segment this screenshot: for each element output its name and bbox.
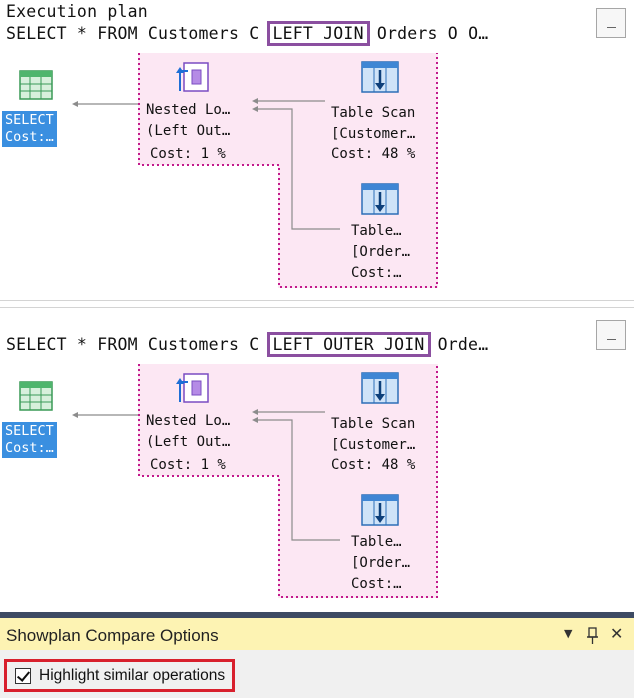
grid-icon[interactable]	[19, 381, 53, 411]
table-scan-icon[interactable]	[361, 183, 399, 215]
compare-options-header: Showplan Compare Options ▼ ✕	[0, 612, 634, 650]
execution-plan-pane-1: Execution plan SELECT * FROM Customers C…	[0, 0, 634, 300]
dropdown-arrow-icon[interactable]: ▼	[564, 627, 572, 640]
orders-scan-label[interactable]: Table… [Order… Cost:…	[351, 532, 410, 595]
plan-connectors	[72, 409, 340, 541]
table-scan-icon[interactable]	[361, 494, 399, 526]
customers-scan-label[interactable]: Table Scan [Customer…	[331, 414, 415, 456]
customers-scan-cost: Cost: 48 %	[331, 146, 416, 162]
customers-scan-cost: Cost: 48 %	[331, 457, 416, 473]
nested-loops-node-label[interactable]: Nested Lo… (Left Out…	[146, 100, 230, 142]
nested-loops-icon[interactable]	[176, 61, 212, 95]
compare-options-title: Showplan Compare Options	[6, 626, 219, 645]
plan-connectors	[72, 98, 340, 230]
nested-loops-icon[interactable]	[176, 372, 212, 406]
checkbox-icon[interactable]	[15, 668, 31, 684]
nested-loops-node-label[interactable]: Nested Lo… (Left Out…	[146, 411, 230, 453]
execution-plan-pane-2: SELECT * FROM Customers C LEFT OUTER JOI…	[0, 308, 634, 606]
customers-scan-label[interactable]: Table Scan [Customer…	[331, 103, 415, 145]
table-scan-icon[interactable]	[361, 372, 399, 404]
close-icon[interactable]: ✕	[610, 624, 623, 643]
compare-options-body: Highlight similar operations	[0, 650, 634, 698]
select-node-label[interactable]: SELECT Cost:…	[2, 111, 57, 147]
nested-loops-cost: Cost: 1 %	[150, 457, 226, 473]
highlight-similar-option[interactable]: Highlight similar operations	[4, 659, 235, 692]
pin-icon[interactable]	[586, 627, 600, 645]
highlight-similar-label[interactable]: Highlight similar operations	[39, 667, 225, 685]
pane-splitter[interactable]	[0, 300, 634, 308]
select-node-label[interactable]: SELECT Cost:…	[2, 422, 57, 458]
grid-icon[interactable]	[19, 70, 53, 100]
table-scan-icon[interactable]	[361, 61, 399, 93]
nested-loops-cost: Cost: 1 %	[150, 146, 226, 162]
orders-scan-label[interactable]: Table… [Order… Cost:…	[351, 221, 410, 284]
